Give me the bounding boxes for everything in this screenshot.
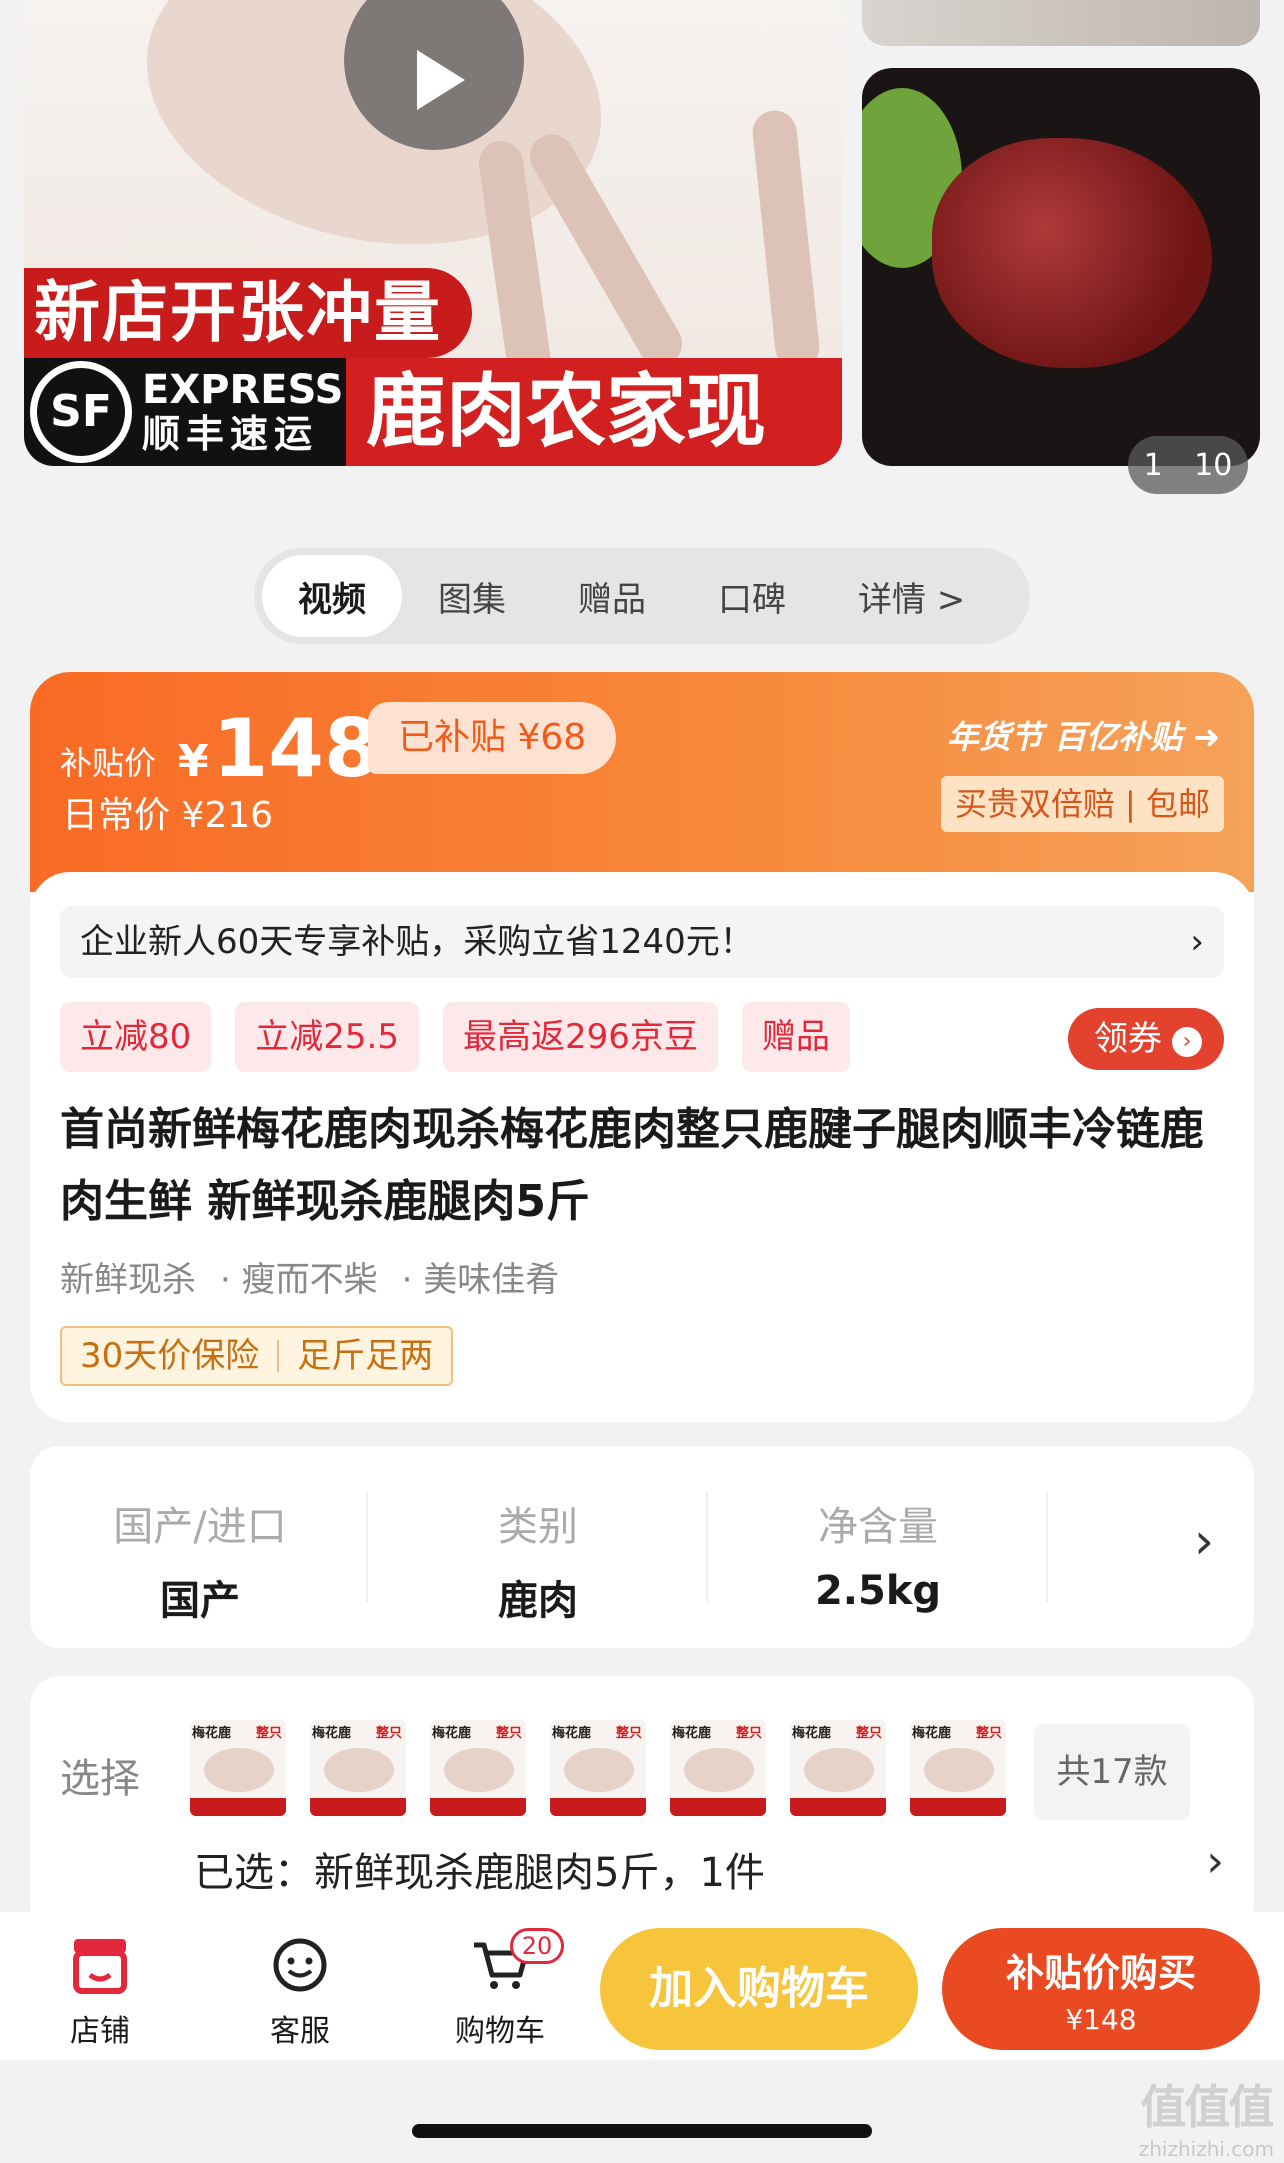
- chat-smile-icon: [240, 1934, 360, 1996]
- buy-now-button[interactable]: 补贴价购买 ¥148: [942, 1928, 1260, 2050]
- home-indicator: [412, 2124, 872, 2138]
- variant-selector[interactable]: 选择 梅花鹿 整只 梅花鹿 整只 梅花鹿 整只 梅花鹿 整只 梅花鹿 整只 梅花鹿 整只 梅花鹿 整只 共…: [30, 1676, 1254, 1936]
- spec-origin: 国产/进口 国产: [113, 1504, 287, 1624]
- event-link[interactable]: 年货节 百亿补贴 ➜: [947, 712, 1220, 758]
- service-badges[interactable]: 30天价保险 足斤足两: [60, 1326, 454, 1386]
- chevron-right-icon: ›: [1172, 1027, 1202, 1057]
- cart-count-badge: 20: [510, 1928, 564, 1964]
- deer-image: [204, 1748, 274, 1792]
- store-icon: [40, 1934, 160, 1996]
- chevron-right-icon: ›: [1190, 922, 1204, 962]
- promo-tag[interactable]: 立减80: [60, 1002, 212, 1072]
- promo-tag[interactable]: 立减25.5: [235, 1002, 419, 1072]
- deer-image: [564, 1748, 634, 1792]
- sf-cn-text: 顺丰速运: [142, 412, 319, 456]
- variant-thumbnails: 梅花鹿 整只 梅花鹿 整只 梅花鹿 整只 梅花鹿 整只 梅花鹿 整只 梅花鹿 整只 梅花鹿 整只: [190, 1720, 1006, 1816]
- deer-image: [684, 1748, 754, 1792]
- chevron-right-icon: ›: [1206, 1836, 1224, 1887]
- tab-details[interactable]: 详情 >: [822, 555, 1001, 637]
- variant-thumbnail[interactable]: 梅花鹿 整只: [550, 1720, 646, 1816]
- select-label: 选择: [60, 1756, 140, 1802]
- promo-text: 新店开张冲量: [24, 268, 472, 358]
- chevron-right-icon: ›: [1194, 1512, 1214, 1570]
- play-icon: [417, 50, 465, 110]
- gallery-thumbnail[interactable]: [862, 0, 1260, 46]
- selected-variant: 已选：新鲜现杀鹿腿肉5斤，1件: [194, 1850, 765, 1896]
- image-counter: 1 10: [1128, 436, 1248, 494]
- subsidy-label: 补贴价: [60, 744, 157, 782]
- variant-thumbnail[interactable]: 梅花鹿 整只: [310, 1720, 406, 1816]
- cart-button[interactable]: 20 购物车: [440, 1928, 564, 2050]
- sf-en-text: EXPRESS: [142, 367, 344, 413]
- product-video-thumbnail[interactable]: 新店开张冲量 SF EXPRESS 顺丰速运 鹿肉农家现杀: [24, 0, 842, 466]
- variant-thumbnail[interactable]: 梅花鹿 整只: [670, 1720, 766, 1816]
- gallery-image[interactable]: [862, 68, 1260, 466]
- add-to-cart-button[interactable]: 加入购物车: [600, 1928, 918, 2050]
- promo-tags: 立减80 立减25.5 最高返296京豆 赠品: [60, 1002, 850, 1072]
- sf-logo: SF: [30, 361, 132, 463]
- banner-text: 鹿肉农家现杀: [346, 358, 842, 466]
- tab-video[interactable]: 视频: [262, 555, 402, 637]
- tab-reviews[interactable]: 口碑: [682, 555, 822, 637]
- banner-strip: [550, 1798, 646, 1816]
- spec-card[interactable]: 国产/进口 国产 类别 鹿肉 净含量 2.5kg ›: [30, 1446, 1254, 1648]
- price-header: 补贴价 ¥148 已补贴 ¥68 日常价 ¥216 年货节 百亿补贴 ➜ 买贵双…: [30, 672, 1254, 892]
- customer-service-button[interactable]: 客服: [240, 1934, 360, 2050]
- variant-thumbnail[interactable]: 梅花鹿 整只: [190, 1720, 286, 1816]
- banner-strip: [790, 1798, 886, 1816]
- bottom-action-bar: 店铺 客服 20 购物车 加入购物车 补贴价购买 ¥148: [0, 1912, 1284, 2060]
- promo-tag[interactable]: 最高返296京豆: [442, 1002, 718, 1072]
- watermark: 值值值 zhizhizhi.com: [1138, 2080, 1275, 2161]
- subsidy-price: ¥148: [178, 702, 380, 795]
- daily-price: 日常价 ¥216: [62, 795, 274, 836]
- banner-strip: [190, 1798, 286, 1816]
- variant-thumbnail[interactable]: 梅花鹿 整只: [790, 1720, 886, 1816]
- section-tabs: 视频 图集 赠品 口碑 详情 >: [254, 548, 1030, 644]
- divider: [1046, 1492, 1048, 1602]
- service-item: 足斤足两: [297, 1336, 434, 1376]
- feature-item: 新鲜现杀: [60, 1260, 196, 1300]
- banner-strip: [910, 1798, 1006, 1816]
- shop-button[interactable]: 店铺: [40, 1934, 160, 2050]
- more-variants-button[interactable]: 共17款: [1034, 1724, 1190, 1820]
- deer-image: [804, 1748, 874, 1792]
- price-card: 补贴价 ¥148 已补贴 ¥68 日常价 ¥216 年货节 百亿补贴 ➜ 买贵双…: [30, 672, 1254, 1422]
- deer-image: [324, 1748, 394, 1792]
- guarantee-badge: 买贵双倍赔 | 包邮: [940, 776, 1224, 832]
- variant-thumbnail[interactable]: 梅花鹿 整只: [430, 1720, 526, 1816]
- banner-strip: [670, 1798, 766, 1816]
- feature-list: 新鲜现杀 · 瘦而不柴 · 美味佳肴: [60, 1252, 559, 1301]
- spec-category: 类别 鹿肉: [498, 1504, 578, 1624]
- chevron-circle-icon: ➜: [1193, 718, 1220, 756]
- deer-image: [924, 1748, 994, 1792]
- feature-item: · 美味佳肴: [401, 1260, 560, 1300]
- tab-gallery[interactable]: 图集: [402, 555, 542, 637]
- new-user-notice[interactable]: 企业新人60天专享补贴，采购立省1240元！ ›: [60, 906, 1224, 978]
- get-coupon-button[interactable]: 领券 ›: [1068, 1008, 1224, 1070]
- variant-thumbnail[interactable]: 梅花鹿 整只: [910, 1720, 1006, 1816]
- subsidy-saved-badge: 已补贴 ¥68: [368, 702, 617, 774]
- banner-strip: [430, 1798, 526, 1816]
- product-title: 首尚新鲜梅花鹿肉现杀梅花鹿肉整只鹿腱子腿肉顺丰冷链鹿肉生鲜 新鲜现杀鹿腿肉5斤: [60, 1104, 1204, 1227]
- deer-leg: [750, 108, 822, 372]
- service-item: 30天价保险: [80, 1336, 260, 1376]
- feature-item: · 瘦而不柴: [220, 1260, 378, 1300]
- promo-tag[interactable]: 赠品: [741, 1002, 850, 1072]
- spec-net-weight: 净含量 2.5kg: [814, 1504, 942, 1614]
- deer-image: [444, 1748, 514, 1792]
- venison-meat-image: [932, 138, 1212, 368]
- banner-strip: [310, 1798, 406, 1816]
- tab-gifts[interactable]: 赠品: [542, 555, 682, 637]
